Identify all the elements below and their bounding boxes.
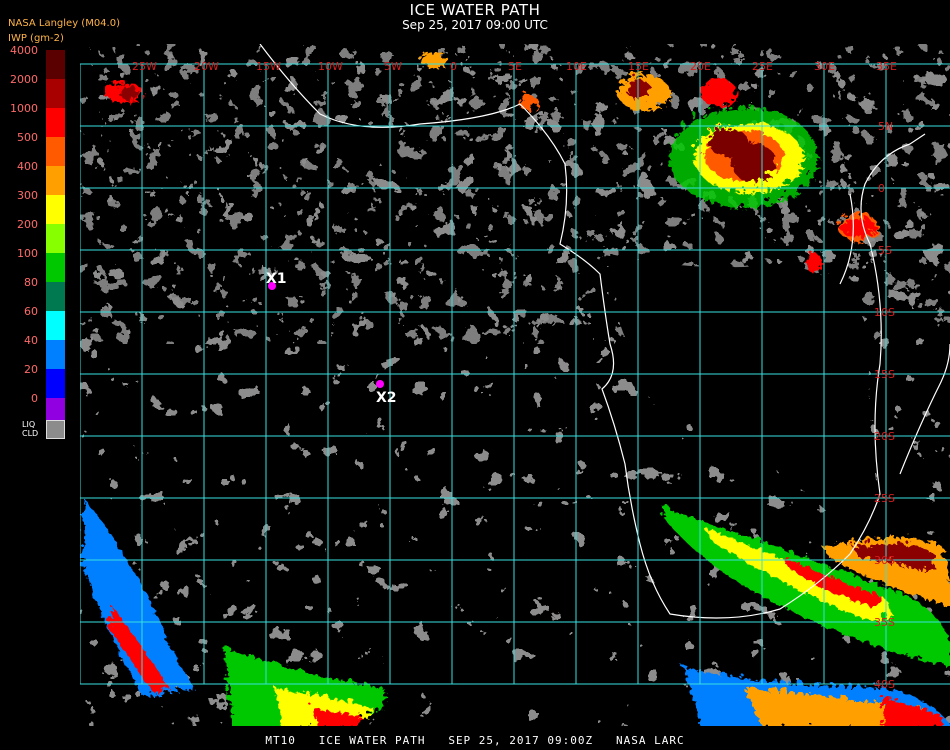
lat-label: 10S bbox=[874, 306, 895, 319]
color-scale-step bbox=[46, 369, 65, 398]
lon-label: 15W bbox=[256, 60, 281, 73]
color-scale-step bbox=[46, 108, 65, 137]
legend-label: 100 bbox=[17, 247, 38, 260]
legend-label: 2000 bbox=[10, 73, 38, 86]
color-scale-step bbox=[46, 195, 65, 224]
legend-label: 80 bbox=[24, 276, 38, 289]
marker-x2-label: X2 bbox=[376, 390, 397, 406]
lat-label: 30S bbox=[874, 554, 895, 567]
satellite-map: 25W 20W 15W 10W 5W 0 5E 10E 15E 20E 25E … bbox=[79, 43, 950, 726]
footer-caption: MT10 ICE WATER PATH SEP 25, 2017 09:00Z … bbox=[265, 734, 685, 747]
lon-label: 25W bbox=[132, 60, 157, 73]
lat-label: 40S bbox=[874, 678, 895, 691]
color-scale-step bbox=[46, 79, 65, 108]
color-scale-step bbox=[46, 166, 65, 195]
legend-label: 300 bbox=[17, 189, 38, 202]
liquid-cloud-label: LIQ CLD bbox=[22, 420, 38, 438]
legend-label: 500 bbox=[17, 131, 38, 144]
color-scale-step bbox=[46, 137, 65, 166]
liquid-label-line: LIQ bbox=[22, 420, 36, 429]
lat-label: 35S bbox=[874, 616, 895, 629]
color-scale-step bbox=[46, 224, 65, 253]
lon-label: 15E bbox=[628, 60, 649, 73]
lon-label: 30E bbox=[814, 60, 835, 73]
marker-x2-dot[interactable] bbox=[376, 380, 384, 388]
lon-label: 10W bbox=[318, 60, 343, 73]
color-scale-step bbox=[46, 340, 65, 369]
lat-label: 20S bbox=[874, 430, 895, 443]
color-scale-step bbox=[46, 282, 65, 311]
color-scale-step bbox=[46, 50, 65, 79]
units-label: IWP (gm-2) bbox=[8, 33, 64, 44]
marker-x1-label: X1 bbox=[266, 271, 287, 287]
lat-label: 0 bbox=[878, 182, 885, 195]
legend-label: 60 bbox=[24, 305, 38, 318]
lat-label: 15S bbox=[874, 368, 895, 381]
legend-label: 400 bbox=[17, 160, 38, 173]
legend-label: 1000 bbox=[10, 102, 38, 115]
lon-label: 10E bbox=[566, 60, 587, 73]
producer-label: NASA Langley (M04.0) bbox=[8, 18, 120, 29]
legend-label: 200 bbox=[17, 218, 38, 231]
lat-label: 5N bbox=[878, 120, 893, 133]
lon-label: 5E bbox=[508, 60, 522, 73]
legend-label: 40 bbox=[24, 334, 38, 347]
color-scale-step bbox=[46, 311, 65, 340]
lon-label: 0 bbox=[450, 60, 457, 73]
color-scale-step bbox=[46, 253, 65, 282]
lon-label: 25E bbox=[752, 60, 773, 73]
map-title: ICE WATER PATH bbox=[409, 1, 541, 19]
lon-label: 20E bbox=[690, 60, 711, 73]
map-subtitle: Sep 25, 2017 09:00 UTC bbox=[402, 18, 548, 32]
legend-label: 0 bbox=[31, 392, 38, 405]
cloud-label-line: CLD bbox=[22, 429, 39, 438]
lat-label: 5S bbox=[878, 244, 892, 257]
lat-label: 25S bbox=[874, 492, 895, 505]
lon-label: 20W bbox=[194, 60, 219, 73]
legend-label: 4000 bbox=[10, 44, 38, 57]
liquid-cloud-swatch bbox=[46, 420, 65, 439]
legend-label: 20 bbox=[24, 363, 38, 376]
color-scale-bar bbox=[46, 50, 65, 427]
lon-label: 35E bbox=[876, 60, 897, 73]
lon-label: 5W bbox=[384, 60, 402, 73]
map-svg: 25W 20W 15W 10W 5W 0 5E 10E 15E 20E 25E … bbox=[79, 43, 950, 726]
